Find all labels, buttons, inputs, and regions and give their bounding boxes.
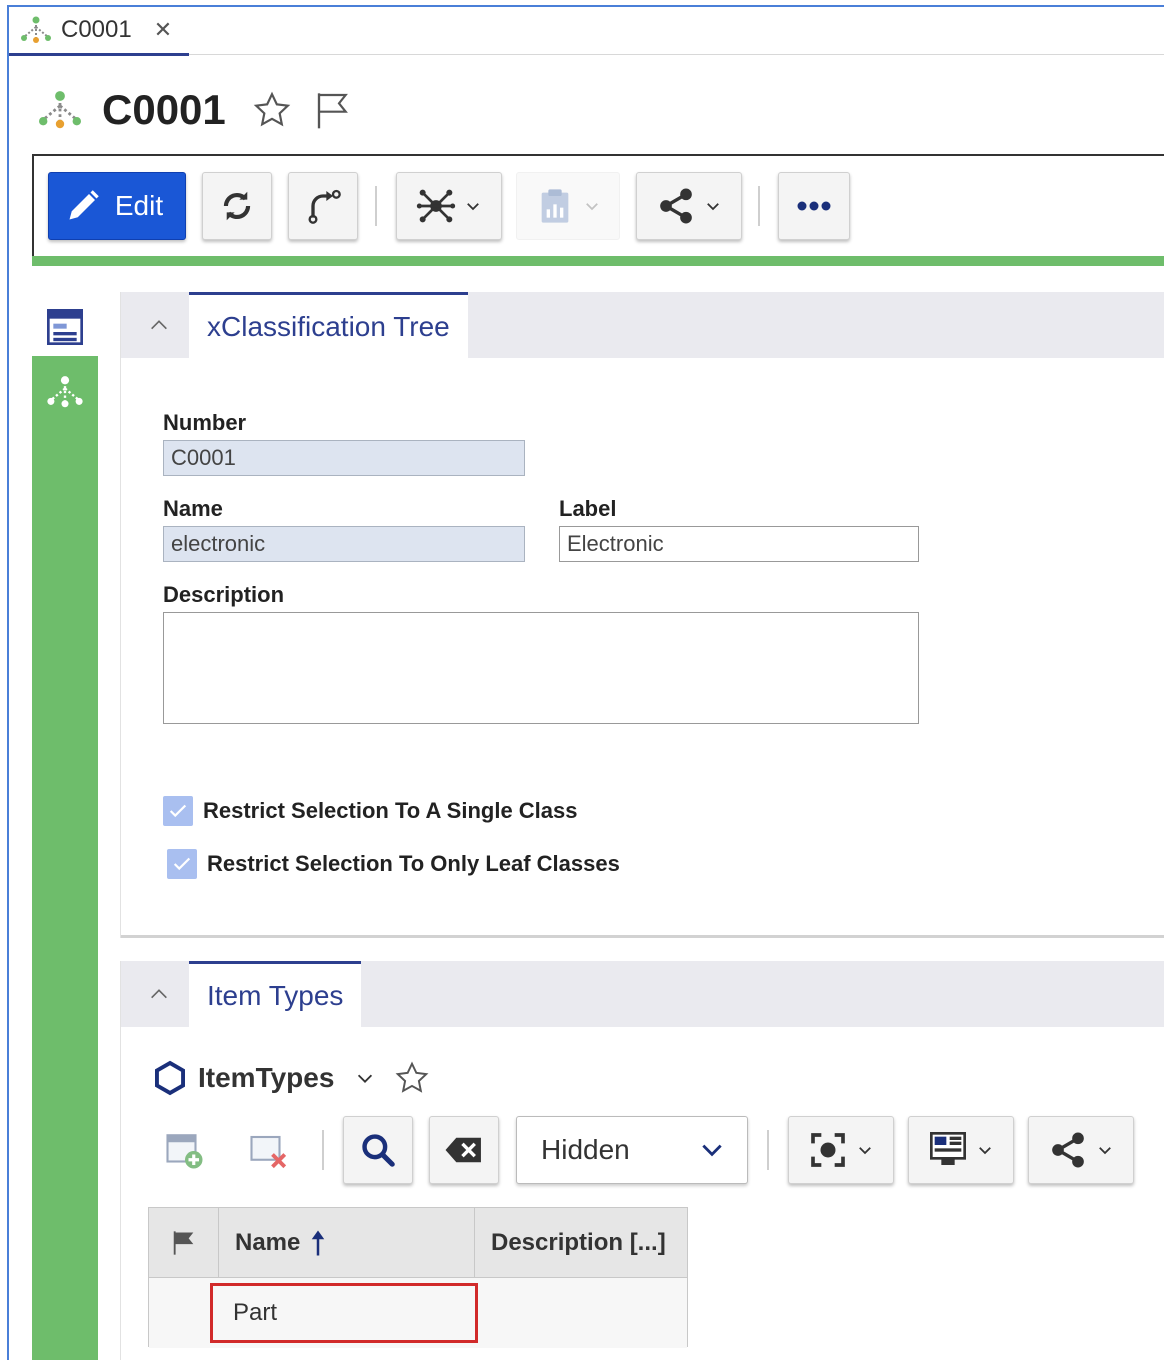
- classification-tree-section: xClassification Tree Number Name Label D…: [120, 292, 1164, 938]
- refresh-button[interactable]: [202, 172, 272, 240]
- number-field[interactable]: [163, 440, 525, 476]
- chevron-down-icon: [1099, 1147, 1111, 1155]
- sidebar-item-form[interactable]: [32, 298, 98, 356]
- chevron-down-icon: [702, 1144, 722, 1157]
- search-button[interactable]: [343, 1116, 413, 1184]
- more-icon: [797, 201, 831, 211]
- table-cell-description[interactable]: [489, 1278, 679, 1348]
- sidebar-item-classification-tree[interactable]: [45, 374, 85, 415]
- network-icon: [416, 189, 456, 223]
- restrict-single-class-checkbox[interactable]: Restrict Selection To A Single Class: [163, 796, 578, 826]
- layout-button[interactable]: [908, 1116, 1014, 1184]
- checkbox-checked-icon: [163, 796, 193, 826]
- name-column-header[interactable]: Name: [219, 1208, 475, 1278]
- column-header-label: Description [...]: [491, 1229, 666, 1256]
- add-row-icon: [166, 1134, 203, 1169]
- classification-tree-icon: [39, 91, 81, 129]
- flag-column-header[interactable]: [149, 1208, 219, 1278]
- star-icon[interactable]: [252, 90, 292, 130]
- grid-toolbar-separator: [767, 1130, 769, 1170]
- grid-share-button[interactable]: [1028, 1116, 1134, 1184]
- chevron-down-icon: [859, 1147, 871, 1155]
- remove-row-icon: [250, 1135, 287, 1169]
- number-label: Number: [163, 410, 247, 435]
- flag-icon[interactable]: [314, 90, 354, 130]
- section-divider: [121, 935, 1164, 938]
- description-field[interactable]: [163, 612, 919, 724]
- chevron-down-icon: [467, 203, 479, 211]
- share-icon: [1052, 1132, 1084, 1168]
- chevron-down-icon[interactable]: [354, 1067, 376, 1089]
- sidebar-active-panel: [32, 356, 98, 1360]
- clipboard-chart-icon: [541, 189, 569, 223]
- label-label: Label: [559, 496, 617, 521]
- chevron-up-icon[interactable]: [147, 983, 171, 1005]
- clear-search-button[interactable]: [429, 1116, 499, 1184]
- tab-divider: [189, 54, 1164, 55]
- display-layout-icon: [930, 1132, 966, 1165]
- tab-c0001[interactable]: C0001 ✕: [9, 6, 189, 56]
- sort-ascending-icon: [312, 1230, 325, 1256]
- reports-button[interactable]: [516, 172, 620, 240]
- classification-tree-icon: [47, 376, 83, 408]
- chevron-up-icon[interactable]: [147, 314, 171, 336]
- selection-highlight: [210, 1283, 478, 1343]
- grid-toolbar-separator: [322, 1130, 324, 1170]
- toolbar-separator: [375, 186, 377, 226]
- toolbar-separator: [758, 186, 760, 226]
- remove-row-button[interactable]: [244, 1126, 294, 1176]
- label-field[interactable]: [559, 526, 919, 562]
- flag-icon: [173, 1231, 193, 1255]
- workflow-button[interactable]: [288, 172, 358, 240]
- checkbox-label: Restrict Selection To Only Leaf Classes: [207, 851, 620, 876]
- add-row-button[interactable]: [160, 1126, 210, 1176]
- backspace-icon: [445, 1137, 481, 1163]
- hexagon-icon: [155, 1060, 185, 1096]
- share-button[interactable]: [636, 172, 742, 240]
- share-icon: [660, 188, 692, 224]
- description-label: Description: [163, 582, 285, 607]
- workflow-icon: [308, 189, 341, 224]
- page-title-row: C0001: [36, 84, 354, 136]
- structure-browser-button[interactable]: [396, 172, 502, 240]
- checkbox-label: Restrict Selection To A Single Class: [203, 798, 578, 823]
- form-icon: [47, 309, 83, 345]
- star-icon[interactable]: [394, 1060, 430, 1096]
- chevron-down-icon: [707, 203, 719, 211]
- search-icon: [362, 1134, 395, 1167]
- tab-label: C0001: [61, 15, 132, 43]
- section-tab-item-types[interactable]: Item Types: [189, 961, 362, 1027]
- checkbox-checked-icon: [167, 849, 197, 879]
- view-title: ItemTypes: [198, 1062, 335, 1093]
- pencil-icon: [69, 190, 99, 220]
- close-icon[interactable]: ✕: [154, 17, 172, 43]
- chevron-down-icon: [979, 1147, 991, 1155]
- edit-button-label: Edit: [114, 190, 164, 221]
- name-label: Name: [163, 496, 223, 521]
- column-header-label: Name: [235, 1229, 301, 1256]
- description-column-header[interactable]: Description [...]: [475, 1208, 688, 1278]
- focus-icon: [811, 1133, 845, 1167]
- more-actions-button[interactable]: [778, 172, 850, 240]
- edit-button[interactable]: Edit: [48, 172, 186, 240]
- filter-select[interactable]: Hidden: [516, 1116, 748, 1184]
- section-tab-classification-tree[interactable]: xClassification Tree: [189, 292, 468, 358]
- chevron-down-icon: [586, 203, 598, 211]
- scope-button[interactable]: [788, 1116, 894, 1184]
- filter-select-value: Hidden: [541, 1134, 630, 1165]
- page-title: C0001: [102, 86, 226, 133]
- refresh-icon: [223, 191, 251, 221]
- name-field[interactable]: [163, 526, 525, 562]
- classification-tree-icon: [21, 16, 51, 43]
- toolbar-accent-bar: [32, 256, 1164, 266]
- restrict-leaf-classes-checkbox[interactable]: Restrict Selection To Only Leaf Classes: [167, 849, 620, 879]
- view-title-row: ItemTypes: [152, 1058, 430, 1098]
